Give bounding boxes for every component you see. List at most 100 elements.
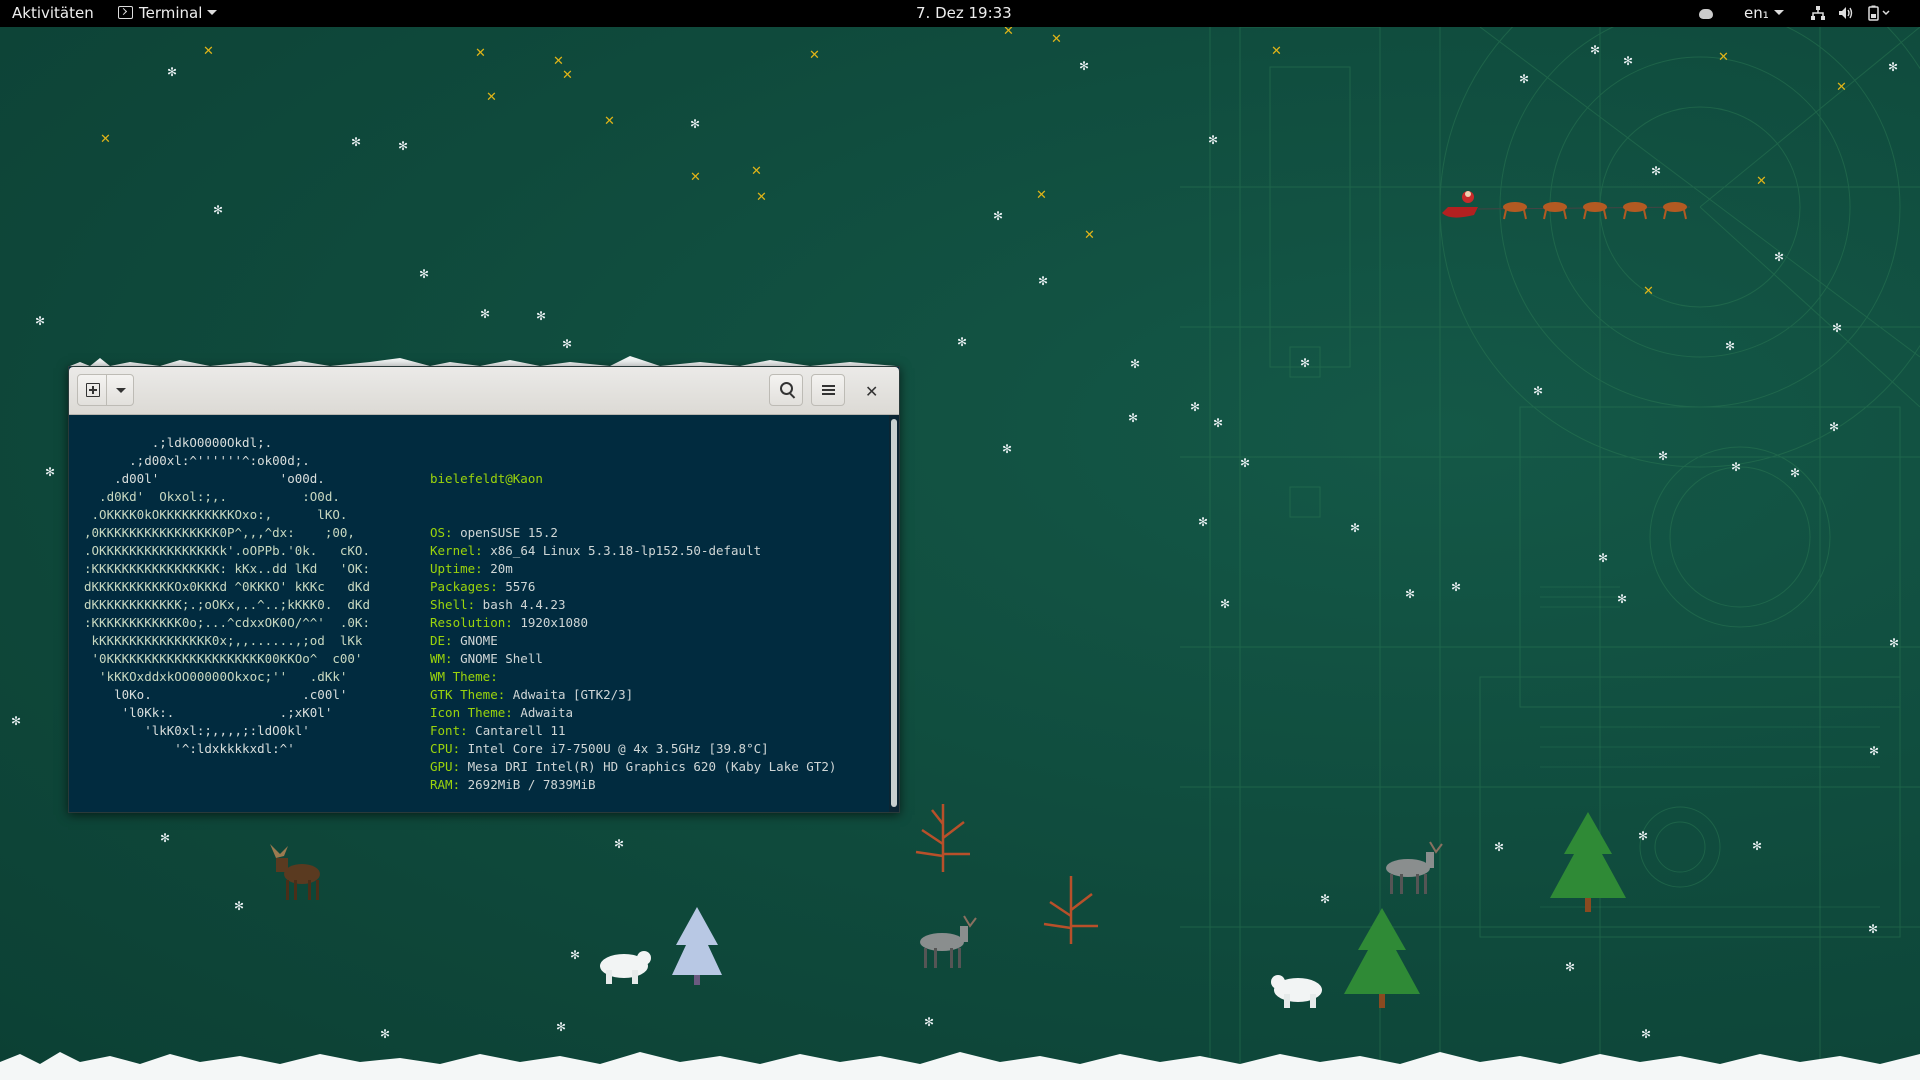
svg-text:✻: ✻ <box>1725 339 1735 353</box>
chevron-down-icon <box>207 10 218 15</box>
svg-text:✕: ✕ <box>1003 27 1014 39</box>
volume-icon <box>1839 7 1853 19</box>
svg-text:✕: ✕ <box>203 44 214 59</box>
ascii-line: '0KKKKKKKKKKKKKKKKKKKKK00KKOo^ c00' <box>84 651 363 666</box>
info-row: WM Theme: <box>430 668 836 686</box>
svg-text:✻: ✻ <box>1598 551 1608 565</box>
volume-indicator[interactable] <box>1837 0 1855 27</box>
keyboard-layout-indicator[interactable]: en₁ <box>1744 0 1784 27</box>
battery-icon <box>1868 5 1890 21</box>
terminal-window[interactable]: ✕ .;ldkO0000Okdl;. .;d00xl:^''''''^:ok00… <box>68 366 900 813</box>
info-label: OS: <box>430 525 453 540</box>
svg-text:✻: ✻ <box>1451 580 1461 594</box>
svg-text:✻: ✻ <box>1590 43 1600 57</box>
ascii-line: .OKKKKKKKKKKKKKKKKk'.oOPPb.'0k. cKO. <box>84 543 370 558</box>
pine-tree-sprite-2 <box>1550 812 1626 912</box>
user-host: bielefeldt@Kaon <box>430 471 543 486</box>
terminal-output[interactable]: .;ldkO0000Okdl;. .;d00xl:^''''''^:ok00d;… <box>69 415 889 812</box>
info-row: Packages: 5576 <box>430 578 836 596</box>
svg-text:✻: ✻ <box>1617 592 1627 606</box>
ascii-line: :KKKKKKKKKKKKKKKKK: kKx..dd lKd 'OK: <box>84 561 370 576</box>
svg-text:✻: ✻ <box>1350 521 1360 535</box>
info-value: Adwaita [GTK2/3] <box>505 687 634 702</box>
info-row: Resolution: 1920x1080 <box>430 614 836 632</box>
svg-text:✻: ✻ <box>1731 460 1741 474</box>
info-value: 2692MiB / 7839MiB <box>460 777 596 792</box>
info-label: DE: <box>430 633 453 648</box>
info-row: OS: openSUSE 15.2 <box>430 524 836 542</box>
network-indicator[interactable] <box>1809 0 1827 27</box>
svg-text:✻: ✻ <box>11 714 21 728</box>
svg-text:✻: ✻ <box>1128 411 1138 425</box>
svg-text:✻: ✻ <box>1829 420 1839 434</box>
info-label: Shell: <box>430 597 476 612</box>
snow-ground <box>0 1052 1920 1080</box>
new-tab-button[interactable] <box>77 374 107 406</box>
info-row: Font: Cantarell 11 <box>430 722 836 740</box>
svg-text:✻: ✻ <box>536 309 546 323</box>
svg-text:✻: ✻ <box>957 335 967 349</box>
terminal-headerbar[interactable]: ✕ <box>69 367 899 415</box>
info-row: GPU: Mesa DRI Intel(R) HD Graphics 620 (… <box>430 758 836 776</box>
info-label: RAM: <box>430 777 461 792</box>
svg-text:✻: ✻ <box>380 1027 390 1041</box>
ascii-line: 'l0Kk:. .;xK0l' <box>84 705 333 720</box>
svg-text:✻: ✻ <box>35 314 45 328</box>
info-value: 20m <box>482 561 513 576</box>
svg-text:✻: ✻ <box>1869 744 1879 758</box>
svg-text:✻: ✻ <box>556 1020 566 1034</box>
svg-text:✻: ✻ <box>167 65 177 79</box>
svg-text:✻: ✻ <box>1208 133 1218 147</box>
clock[interactable]: 7. Dez 19:33 <box>916 0 1012 27</box>
desktop[interactable]: ✕ ✕ ✕ ✕ ✕ ✕ ✕ ✕ ✕ ✕ ✕ ✕ ✕ ✕ ✕ ✕ ✕ ✕ ✕ ✕ ✻ ✻ ✻ ✻ ✻ ✻ ✻ ✻ ✻ ✻… <box>0 0 1920 1080</box>
ascii-line: kKKKKKKKKKKKKKKK0x;,,......,;od lKk <box>84 633 363 648</box>
svg-text:✻: ✻ <box>213 203 223 217</box>
menu-button[interactable] <box>811 374 845 406</box>
terminal-scrollbar[interactable] <box>889 415 899 812</box>
snowy-tree-sprite <box>672 907 722 985</box>
search-button[interactable] <box>769 374 803 406</box>
svg-text:✻: ✻ <box>570 948 580 962</box>
info-label: Kernel: <box>430 543 483 558</box>
activities-button[interactable]: Aktivitäten <box>12 0 94 27</box>
info-value: 1920x1080 <box>512 615 589 630</box>
svg-text:✻: ✻ <box>1565 960 1575 974</box>
power-indicator[interactable] <box>1867 0 1890 27</box>
svg-text:✻: ✻ <box>1868 922 1878 936</box>
svg-text:✻: ✻ <box>993 209 1003 223</box>
svg-text:✕: ✕ <box>562 68 573 83</box>
info-value: Adwaita <box>512 705 574 720</box>
svg-text:✻: ✻ <box>1641 1027 1651 1041</box>
info-value: Mesa DRI Intel(R) HD Graphics 620 (Kaby … <box>460 759 837 774</box>
ascii-line: :KKKKKKKKKKKK0o;...^cdxxOK0O/^^' .0K: <box>84 615 370 630</box>
chevron-down-icon <box>1773 10 1784 15</box>
ascii-line: .OKKKK0kOKKKKKKKKKKOxo:, lKO. <box>84 507 348 522</box>
reindeer-sprite-2 <box>1386 841 1443 894</box>
scrollbar-thumb[interactable] <box>891 419 897 807</box>
close-button[interactable]: ✕ <box>856 374 890 406</box>
svg-text:✻: ✻ <box>1752 839 1762 853</box>
system-info: bielefeldt@Kaon OS: openSUSE 15.2 Kernel:… <box>430 434 836 830</box>
info-value: GNOME <box>452 633 498 648</box>
info-label: WM Theme: <box>430 669 498 684</box>
svg-text:✻: ✻ <box>1405 587 1415 601</box>
info-row: Shell: bash 4.4.23 <box>430 596 836 614</box>
info-value: bash 4.4.23 <box>475 597 566 612</box>
pine-tree-sprite <box>1344 908 1420 1008</box>
weather-indicator[interactable] <box>1697 0 1715 27</box>
svg-text:✕: ✕ <box>1643 284 1654 299</box>
top-bar: Aktivitäten Terminal 7. Dez 19:33 en₁ <box>0 0 1920 27</box>
app-menu-label: Terminal <box>139 4 203 22</box>
bare-tree-sprite <box>915 804 970 872</box>
ascii-line: 'kKKOxddxkOO00000Okxoc;'' .dKk' <box>84 669 348 684</box>
info-row: Icon Theme: Adwaita <box>430 704 836 722</box>
ascii-line: .d00l' 'o00d. <box>84 471 325 486</box>
svg-text:✻: ✻ <box>614 837 624 851</box>
info-label: GTK Theme: <box>430 687 506 702</box>
search-icon <box>780 382 793 395</box>
close-icon: ✕ <box>865 382 879 401</box>
new-tab-menu-button[interactable] <box>106 374 134 406</box>
app-menu[interactable]: Terminal <box>118 0 218 27</box>
info-row: DE: GNOME <box>430 632 836 650</box>
svg-text:✻: ✻ <box>562 337 572 351</box>
